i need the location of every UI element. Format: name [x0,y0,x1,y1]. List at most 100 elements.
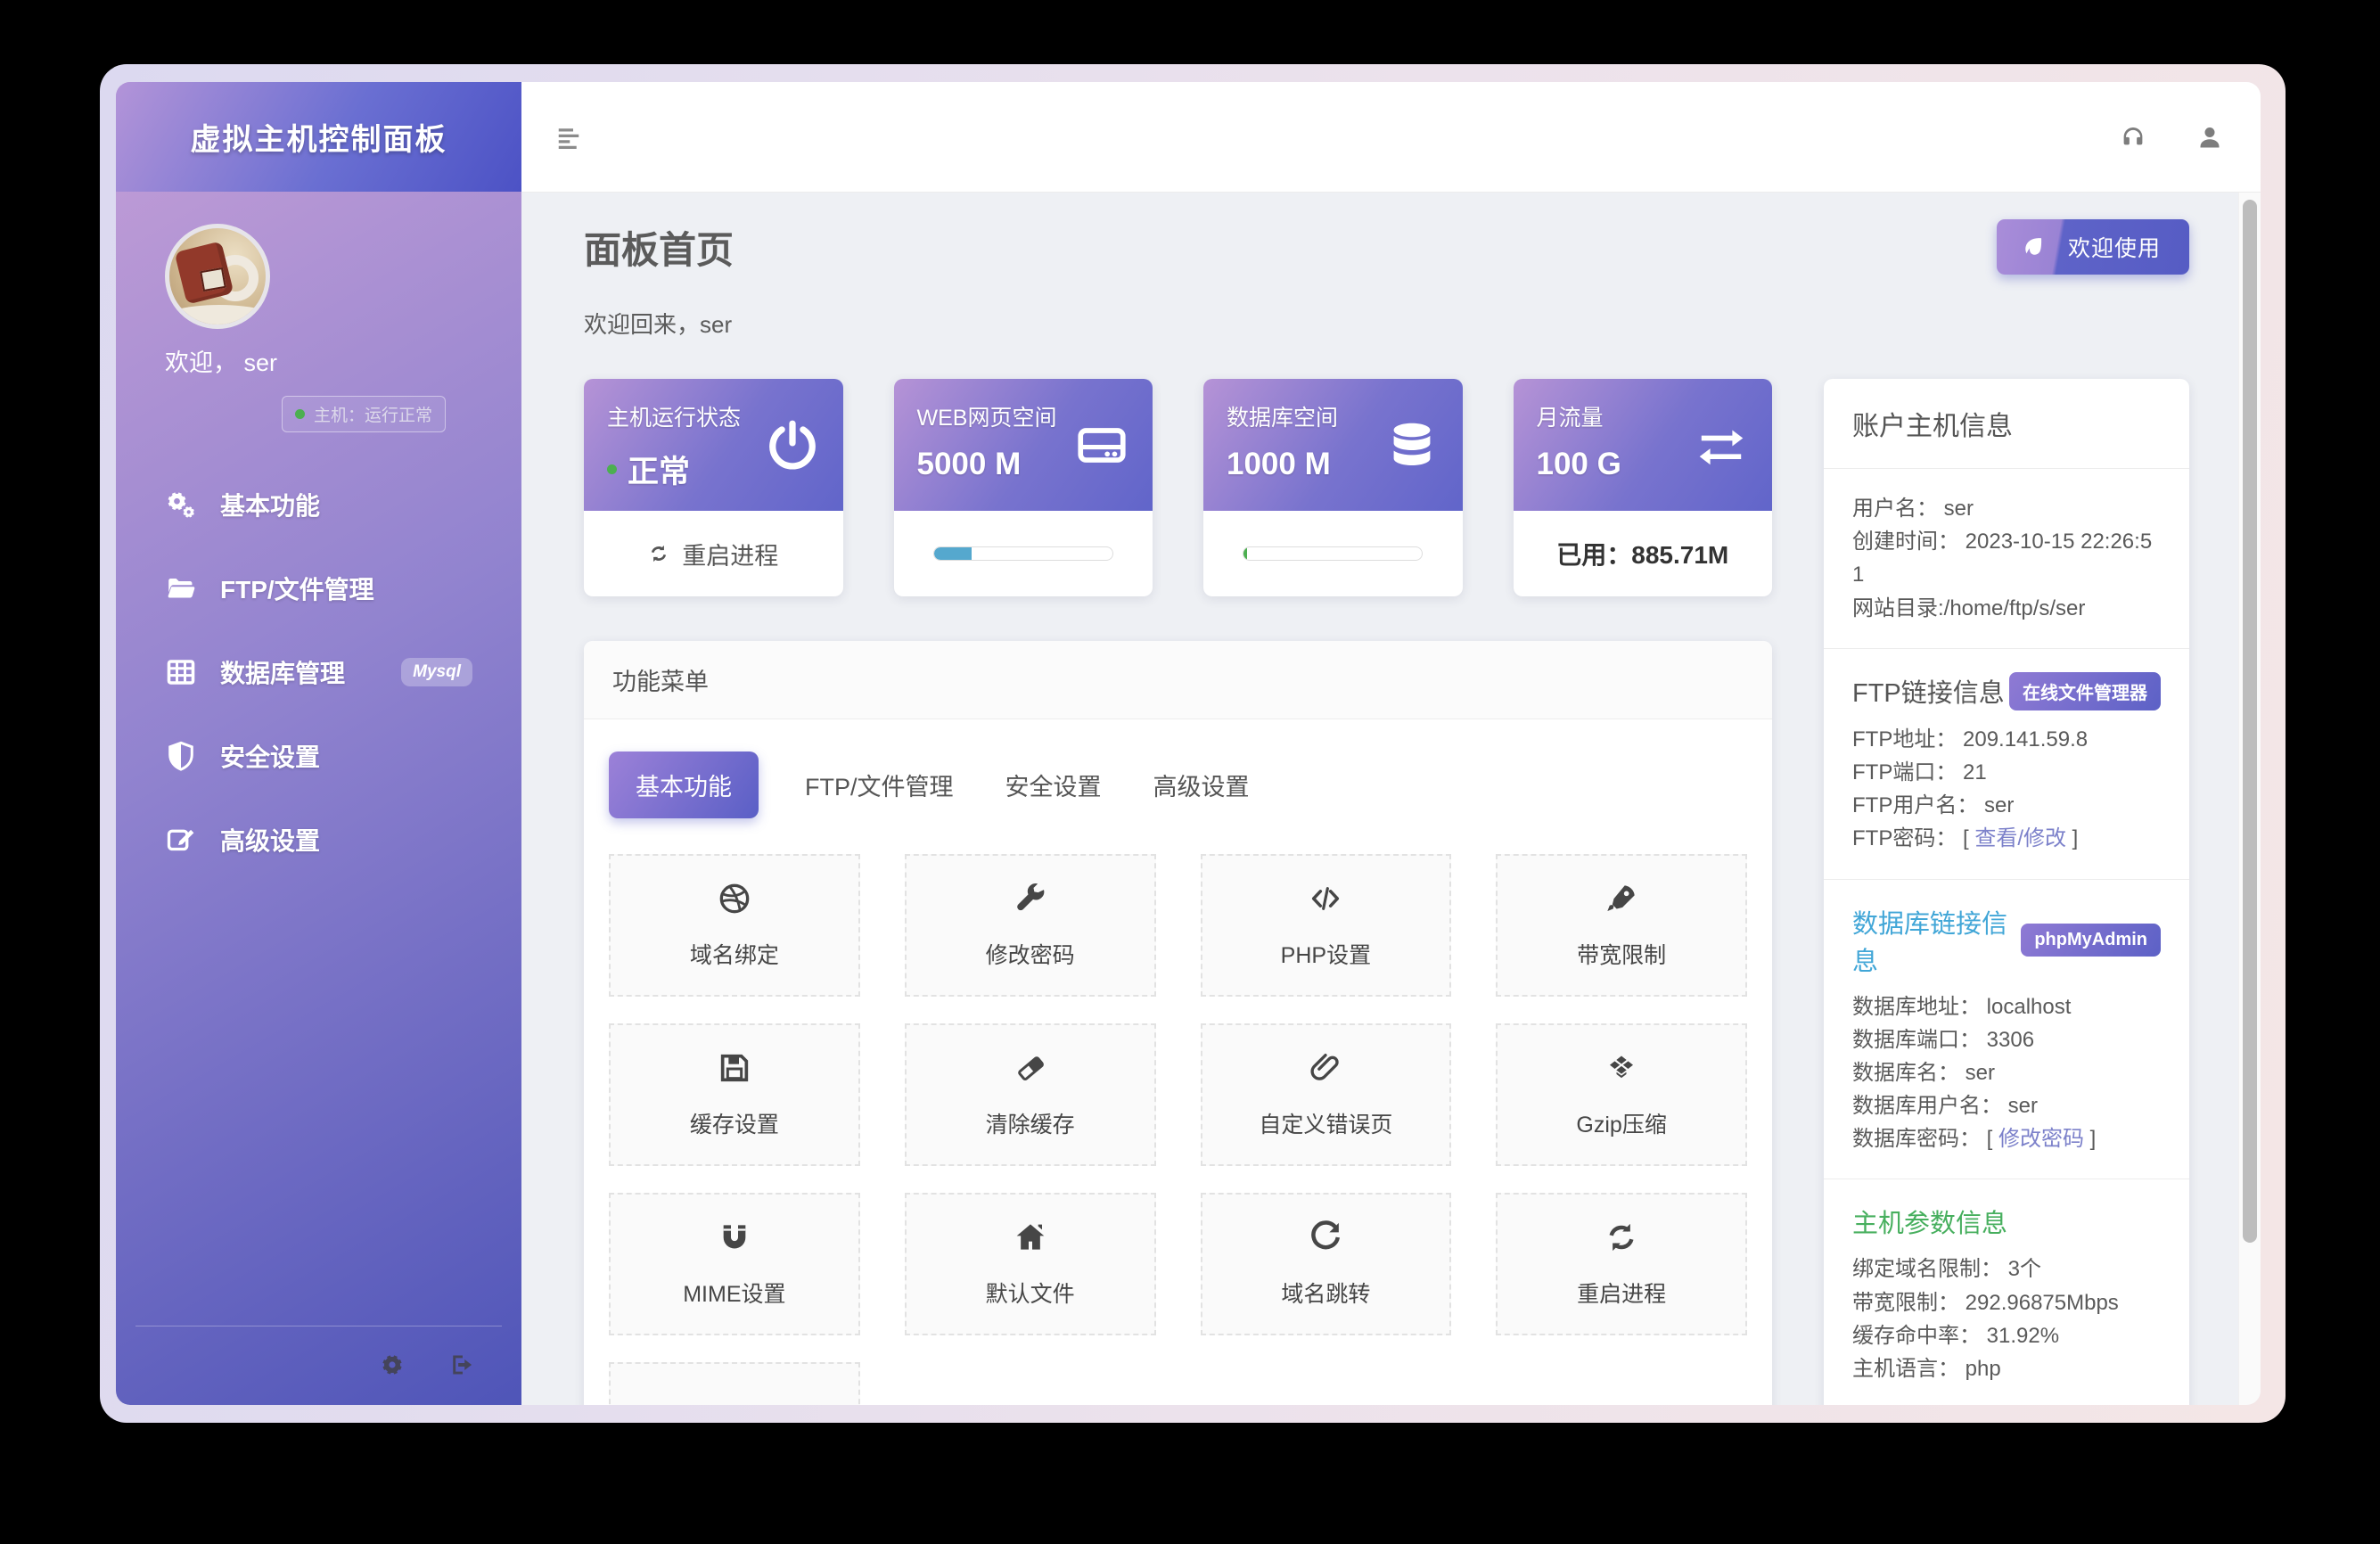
right-column: 账户主机信息 用户名： ser [1824,379,2189,1405]
stat-card: 数据库空间 1000 M [1203,379,1463,596]
section-heading-text: 主机参数信息 [1852,1203,2007,1240]
function-card-label: Gzip压缩 [1576,1107,1666,1139]
function-card-icon [1013,1050,1048,1086]
info-row-text: 绑定域名限制： 3个 [1852,1257,2041,1281]
sync-icon [648,543,669,564]
app-window: 虚拟主机控制面板 欢迎， ser 主机：运行正常 基本功能 [100,64,2286,1423]
scrollbar[interactable] [2238,193,2261,1405]
stat-value-text: 1000 M [1227,447,1331,482]
menu-item-icon [165,572,197,604]
function-card[interactable]: 默认文件 [905,1193,1156,1335]
menu-item-label: 安全设置 [220,738,320,774]
sidebar-menu-item[interactable]: 高级设置 [116,798,521,882]
welcome-button[interactable]: 欢迎使用 [1997,219,2189,275]
account-section: 数据库链接信息 phpMyAdmin 数据库地址： localhost [1824,880,2189,1180]
function-card[interactable] [609,1362,860,1405]
info-row: 带宽限制： 292.96875Mbps [1852,1286,2161,1319]
avatar[interactable] [165,224,270,329]
function-tab[interactable]: 安全设置 [1000,751,1107,818]
columns: 主机运行状态 正常 [584,379,2189,1405]
info-row-text: 网站目录:/home/ftp/s/ser [1852,596,2085,620]
headset-icon[interactable] [2120,124,2146,151]
main-area: 面板首页 欢迎使用 欢迎回来，ser 主机运行状态 [521,82,2261,1405]
section-badge-button[interactable]: phpMyAdmin [2021,924,2161,957]
stat-card-footer: 已用：885.71M [1514,511,1773,596]
host-status-badge: 主机：运行正常 [282,396,446,432]
function-card-label: 清除缓存 [986,1107,1075,1139]
function-card-icon [1013,1220,1048,1255]
function-card[interactable]: 带宽限制 [1496,854,1747,997]
sidebar-menu-item[interactable]: 安全设置 [116,714,521,798]
control-panel-app: 虚拟主机控制面板 欢迎， ser 主机：运行正常 基本功能 [116,82,2261,1405]
stat-card-footer: 重启进程 [584,511,843,596]
function-menu-panel: 功能菜单 基本功能FTP/文件管理安全设置高级设置 域名绑定 [584,641,1772,1405]
restart-process-action[interactable]: 重启进程 [648,537,778,571]
account-section: FTP链接信息 在线文件管理器 FTP地址： 209.141.59.8 [1824,649,2189,880]
info-row: 网站目录:/home/ftp/s/ser [1852,592,2161,625]
function-card[interactable]: 域名跳转 [1201,1193,1452,1335]
stat-card-footer [894,511,1153,596]
sidebar-footer-icon[interactable] [448,1351,475,1378]
function-card[interactable]: 修改密码 [905,854,1156,997]
stat-value-text: 5000 M [917,447,1022,482]
page-title: 面板首页 [584,220,734,275]
function-card[interactable]: 域名绑定 [609,854,860,997]
stat-card: 月流量 100 G [1514,379,1773,596]
host-status-label: 主机：运行正常 [314,402,432,426]
function-card[interactable]: MIME设置 [609,1193,860,1335]
scrollbar-thumb[interactable] [2243,200,2257,1243]
info-row: FTP用户名： ser [1852,789,2161,822]
section-heading-text: FTP链接信息 [1852,672,2005,710]
info-row: 用户名： ser [1852,492,2161,525]
info-row: 数据库端口： 3306 [1852,1023,2161,1056]
function-card[interactable]: 自定义错误页 [1201,1023,1452,1166]
sidebar-menu: 基本功能 FTP/文件管理 数据库管理 Mysql 安全设置 [116,463,521,882]
main-column: 主机运行状态 正常 [584,379,1772,1405]
sidebar-footer-icon[interactable] [379,1351,406,1378]
stat-card-header: 主机运行状态 正常 [584,379,843,511]
sidebar-menu-item[interactable]: FTP/文件管理 [116,546,521,630]
info-row-text: FTP用户名： ser [1852,793,2014,817]
section-badge-button[interactable]: 在线文件管理器 [2009,672,2161,710]
mysql-badge: Mysql [401,658,472,686]
welcome-back-text: 欢迎回来，ser [584,307,2189,340]
function-tab[interactable]: FTP/文件管理 [800,751,959,818]
stat-card-header: 数据库空间 1000 M [1203,379,1463,511]
sidebar-footer [116,1326,521,1405]
info-row-link[interactable]: 修改密码 [1998,1127,2084,1151]
menu-item-icon [165,824,197,856]
function-card-label: 默认文件 [986,1277,1075,1309]
user-icon[interactable] [2196,124,2223,151]
function-card[interactable]: Gzip压缩 [1496,1023,1747,1166]
usage-text: 已用：885.71M [1556,536,1728,571]
info-row: 数据库用户名： ser [1852,1089,2161,1122]
menu-item-icon [165,656,197,688]
function-card-label: 域名跳转 [1281,1277,1370,1309]
function-card[interactable]: 清除缓存 [905,1023,1156,1166]
function-tab[interactable]: 基本功能 [609,751,759,818]
stat-card: WEB网页空间 5000 M [894,379,1153,596]
function-card[interactable]: 缓存设置 [609,1023,860,1166]
stat-card-header: WEB网页空间 5000 M [894,379,1153,511]
stat-card-icon [1074,417,1129,472]
info-row-text: FTP端口： 21 [1852,760,1987,784]
info-row-text: 数据库端口： 3306 [1852,1028,2034,1052]
info-row: 数据库密码： [ 修改密码 ] [1852,1122,2161,1155]
avatar-mug-art [165,305,270,329]
info-row: FTP端口： 21 [1852,756,2161,789]
info-row: 主机语言： php [1852,1352,2161,1385]
info-row-link[interactable]: 查看/修改 [1974,826,2066,850]
stat-value-text: 100 G [1537,447,1621,482]
hamburger-menu-icon[interactable] [555,124,582,151]
function-card[interactable]: 重启进程 [1496,1193,1747,1335]
function-card[interactable]: PHP设置 [1201,854,1452,997]
info-row: 绑定域名限制： 3个 [1852,1252,2161,1285]
sidebar-menu-item[interactable]: 数据库管理 Mysql [116,630,521,714]
function-tab[interactable]: 高级设置 [1148,751,1255,818]
account-info-panel: 账户主机信息 用户名： ser [1824,379,2189,1405]
usage-progressbar [933,546,1113,561]
topbar [521,82,2261,193]
menu-item-label: 高级设置 [220,822,320,858]
sidebar-menu-item[interactable]: 基本功能 [116,463,521,546]
function-card-label: 缓存设置 [690,1107,779,1139]
